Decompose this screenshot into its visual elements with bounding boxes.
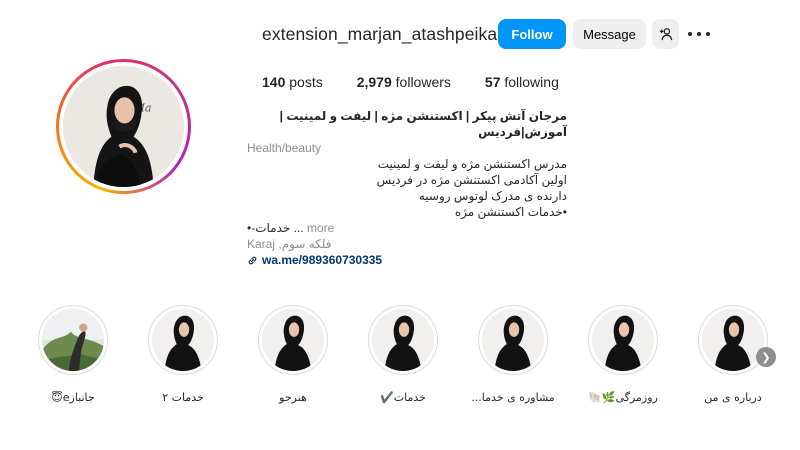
highlight-label: روزمرگی🌿🐚 xyxy=(588,391,658,404)
highlight-image xyxy=(42,309,104,371)
highlight-item[interactable]: خدمات✔️ xyxy=(358,305,448,404)
bio-more-link[interactable]: more xyxy=(307,221,334,235)
highlight-image xyxy=(702,309,764,371)
story-highlights: جانبازe😇 خدمات ۲ هنرجو خدمات✔️ مشاوره ی … xyxy=(28,305,788,415)
highlight-cover xyxy=(148,305,218,375)
highlight-portrait xyxy=(592,309,654,371)
highlight-portrait xyxy=(482,309,544,371)
followers-label: followers xyxy=(395,74,451,90)
highlight-label: هنرجو xyxy=(279,391,307,404)
profile-category: Health/beauty xyxy=(247,141,322,155)
following-count: 57 xyxy=(484,74,501,90)
following-label: following xyxy=(504,74,559,90)
followers-count: 2,979 xyxy=(356,74,392,90)
profile-full-name: مرجان آتش پیکر | اکستنشن مژه | لیفت و لم… xyxy=(279,109,567,139)
profile-avatar: Ma xyxy=(63,66,184,187)
profile-bio: مرجان آتش پیکر | اکستنشن مژه | لیفت و لم… xyxy=(247,108,567,268)
more-options-icon[interactable] xyxy=(688,24,710,44)
dot xyxy=(706,32,710,36)
highlight-image xyxy=(592,309,654,371)
bio-line: •خدمات اکستنشن مژه xyxy=(454,205,567,219)
highlight-label: مشاوره ی خدما... xyxy=(471,391,555,404)
profile-avatar-ring[interactable]: Ma xyxy=(56,59,191,194)
posts-count: 140 xyxy=(262,74,286,90)
highlight-image xyxy=(482,309,544,371)
bio-ellipsis: ... xyxy=(293,221,304,235)
suggest-users-button[interactable] xyxy=(652,19,679,49)
dot xyxy=(697,32,701,36)
highlight-portrait xyxy=(152,309,214,371)
profile-photo-illustration: Ma xyxy=(63,66,184,187)
profile-stats: 140 posts 2,979 followers 57 following xyxy=(262,74,593,90)
highlight-item[interactable]: روزمرگی🌿🐚 xyxy=(578,305,668,404)
highlight-portrait xyxy=(702,309,764,371)
highlight-image xyxy=(372,309,434,371)
profile-avatar-border: Ma xyxy=(59,62,188,191)
highlight-label: جانبازe😇 xyxy=(51,391,95,404)
highlight-label: خدمات✔️ xyxy=(380,391,426,404)
bio-line: مدرس اکستنشن مژه و لیفت و لمینیت xyxy=(377,157,567,171)
highlight-image xyxy=(262,309,324,371)
bio-truncated-line: •-خدمات ... more xyxy=(247,220,567,236)
highlight-cover xyxy=(258,305,328,375)
follow-button[interactable]: Follow xyxy=(498,19,566,49)
highlight-label: خدمات ۲ xyxy=(162,391,204,404)
profile-username: extension_marjan_atashpeikar xyxy=(262,24,504,44)
highlight-label: درباره ی من xyxy=(704,391,762,404)
highlight-item[interactable]: هنرجو xyxy=(248,305,338,404)
add-user-icon xyxy=(659,28,672,41)
highlight-item[interactable]: خدمات ۲ xyxy=(138,305,228,404)
highlight-cover xyxy=(368,305,438,375)
link-icon xyxy=(248,256,257,264)
highlight-cover xyxy=(38,305,108,375)
message-button[interactable]: Message xyxy=(573,19,646,49)
bio-line: اولین آکادمی اکستنشن مژه در فردیس xyxy=(376,173,567,187)
highlight-item[interactable]: مشاوره ی خدما... xyxy=(468,305,558,404)
highlight-item[interactable]: جانبازe😇 xyxy=(28,305,118,404)
following-stat[interactable]: 57 following xyxy=(485,74,559,90)
bio-line: دارنده ی مدرک لوتوس روسیه xyxy=(418,189,567,203)
followers-stat[interactable]: 2,979 followers xyxy=(357,74,451,90)
highlight-cover xyxy=(588,305,658,375)
dot xyxy=(688,32,692,36)
highlight-cover xyxy=(698,305,768,375)
profile-location: Karaj ,فلکه سوم xyxy=(247,237,332,251)
highlights-next-chevron-icon[interactable]: ❯ xyxy=(756,347,776,367)
posts-stat: 140 posts xyxy=(262,74,323,90)
highlight-cover xyxy=(478,305,548,375)
posts-label: posts xyxy=(289,74,323,90)
bio-truncated-text: •-خدمات xyxy=(247,221,291,235)
highlight-photo xyxy=(42,309,104,371)
highlight-image xyxy=(152,309,214,371)
profile-link[interactable]: wa.me/989360730335 xyxy=(247,252,567,268)
highlight-portrait xyxy=(372,309,434,371)
profile-link-text: wa.me/989360730335 xyxy=(262,253,383,267)
highlight-portrait xyxy=(262,309,324,371)
